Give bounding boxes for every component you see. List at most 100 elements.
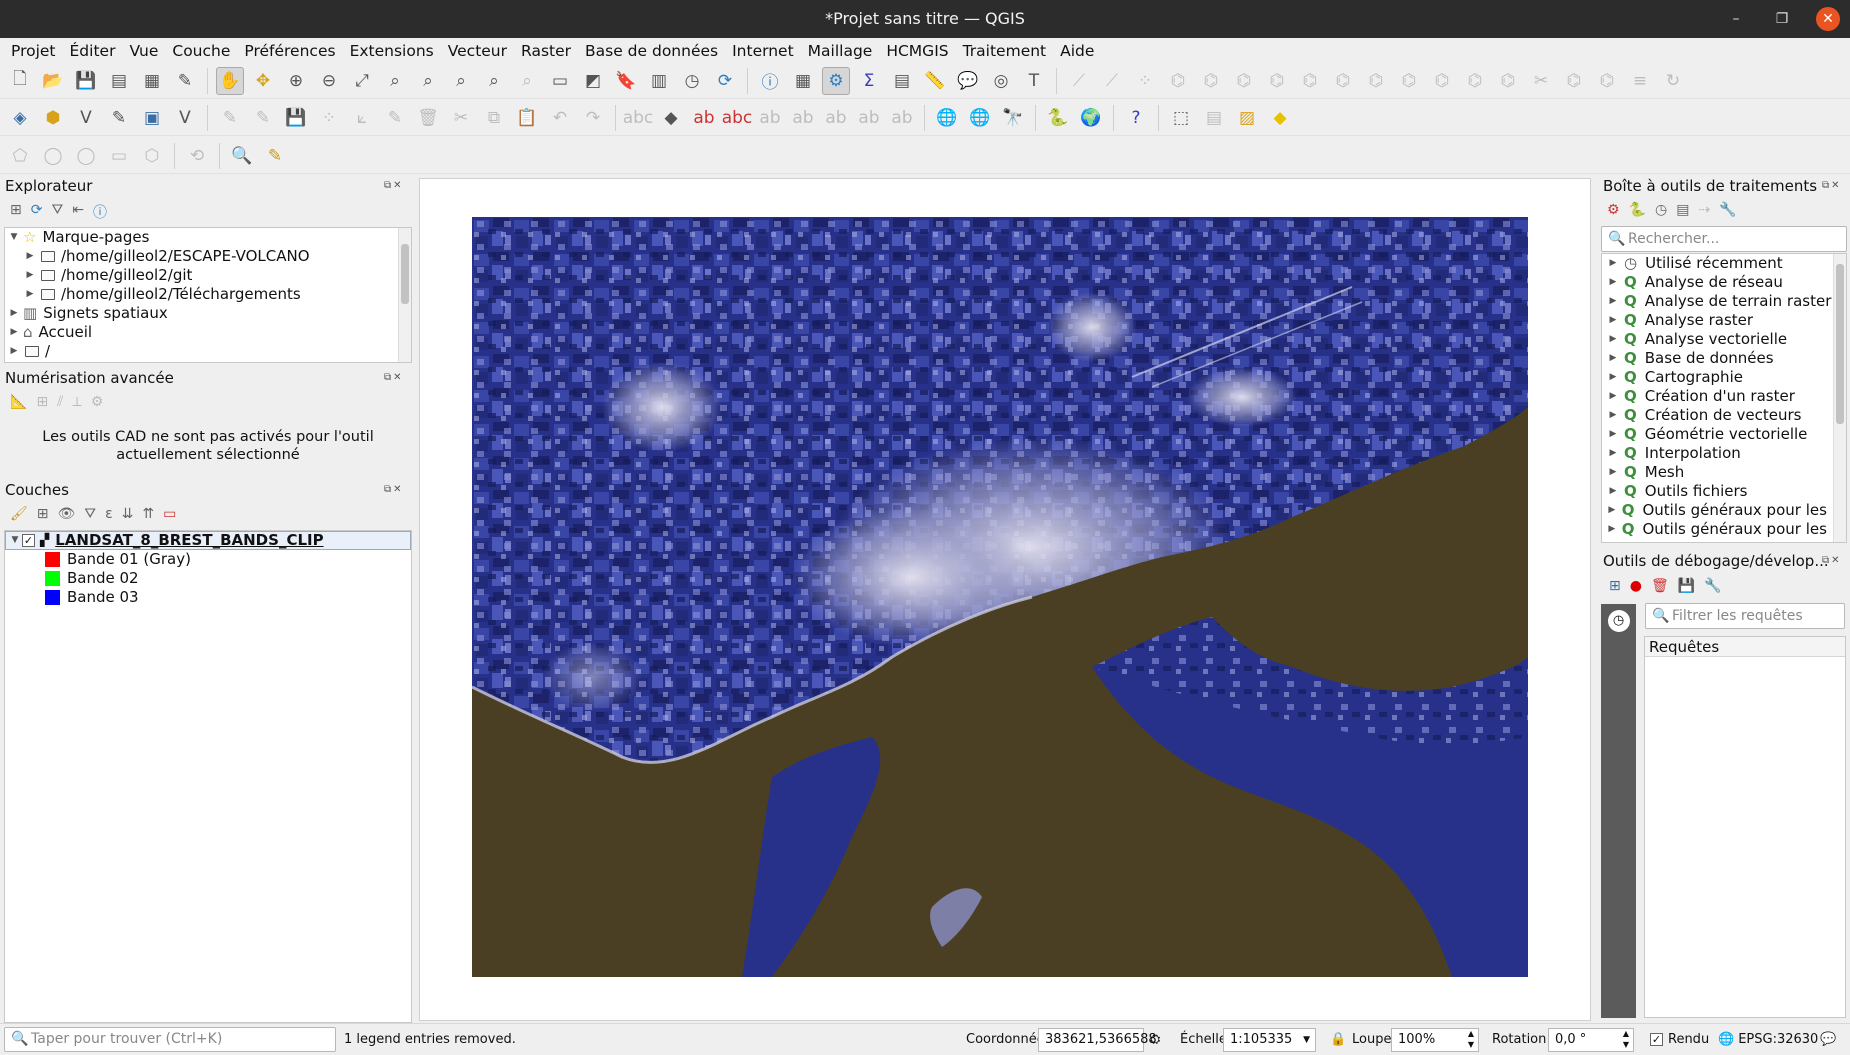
toggle-edit-icon[interactable]: ✎: [249, 104, 277, 132]
zoom-selection-icon[interactable]: ⌕: [381, 67, 409, 95]
digitize-11-icon[interactable]: ⌬: [1395, 67, 1423, 95]
expand-arrow-icon[interactable]: ▶: [1606, 387, 1620, 406]
processing-item[interactable]: ▶ Q Géométrie vectorielle: [1602, 425, 1846, 444]
text-annotation-icon[interactable]: T: [1020, 67, 1048, 95]
crs-button[interactable]: 🌐 EPSG:32630: [1718, 1030, 1818, 1050]
python-icon[interactable]: 🐍: [1044, 104, 1072, 132]
menu-maillage[interactable]: Maillage: [801, 40, 880, 62]
restore-button[interactable]: ❐: [1770, 7, 1794, 31]
filter-expression-icon[interactable]: ε: [105, 506, 113, 522]
measure-icon[interactable]: 📏: [921, 67, 949, 95]
collapse-arrow-icon[interactable]: ▼: [8, 531, 22, 550]
cad-construction-icon[interactable]: ⊞: [36, 394, 48, 410]
processing-item[interactable]: ▶ Q Analyse de terrain raster: [1602, 292, 1846, 311]
expand-arrow-icon[interactable]: ▶: [1606, 406, 1620, 425]
layout-manager-icon[interactable]: ▦: [138, 67, 166, 95]
data-source-manager-icon[interactable]: ◈: [6, 104, 34, 132]
pan-to-selection-icon[interactable]: ✥: [249, 67, 277, 95]
digitizing-panel-buttons[interactable]: ⧉✕: [384, 372, 404, 383]
digitize-15-icon[interactable]: ✂: [1527, 67, 1555, 95]
digitize-5-icon[interactable]: ⌬: [1197, 67, 1225, 95]
select-by-value-icon[interactable]: ▤: [1200, 104, 1228, 132]
label-7-icon[interactable]: ab: [822, 104, 850, 132]
processing-item[interactable]: ▶ Q Cartographie: [1602, 368, 1846, 387]
refresh-icon[interactable]: ⟳: [711, 67, 739, 95]
menu-projet[interactable]: Projet: [4, 40, 63, 62]
tree-item[interactable]: ▶ ▥ Signets spatiaux: [5, 304, 411, 323]
zoom-next-icon[interactable]: ⌕: [513, 67, 541, 95]
processing-item[interactable]: ▶ Q Analyse de réseau: [1602, 273, 1846, 292]
locate-icon[interactable]: ◎: [987, 67, 1015, 95]
redo-icon[interactable]: ↷: [579, 104, 607, 132]
add-point-icon[interactable]: ⁘: [315, 104, 343, 132]
tree-item[interactable]: ▶ /: [5, 342, 411, 361]
scripts-icon[interactable]: 🐍: [1629, 202, 1646, 218]
magnifier-field[interactable]: 100% ▲ ▼: [1391, 1028, 1479, 1052]
processing-item[interactable]: ▶ Q Création de vecteurs: [1602, 406, 1846, 425]
label-9-icon[interactable]: ab: [888, 104, 916, 132]
save-edits-icon[interactable]: 💾: [282, 104, 310, 132]
processing-item[interactable]: ▶ Q Interpolation: [1602, 444, 1846, 463]
label-6-icon[interactable]: ab: [789, 104, 817, 132]
digitize-12-icon[interactable]: ⌬: [1428, 67, 1456, 95]
expand-arrow-icon[interactable]: ▶: [1606, 520, 1618, 539]
snapping-icon[interactable]: ⟲: [183, 142, 211, 170]
new-virtual-layer-icon[interactable]: ▣: [138, 104, 166, 132]
map-tips-icon[interactable]: 💬: [954, 67, 982, 95]
toggle-extents-icon[interactable]: ⛭: [1150, 1030, 1160, 1050]
network-icon[interactable]: ⊞: [1609, 578, 1621, 594]
expand-arrow-icon[interactable]: ▶: [1606, 292, 1620, 311]
metasearch-icon[interactable]: 🔭: [999, 104, 1027, 132]
cad-enable-icon[interactable]: 📐: [10, 394, 27, 410]
expand-arrow-icon[interactable]: ▶: [1606, 349, 1620, 368]
edit-features-icon[interactable]: ⇢: [1698, 202, 1710, 218]
digitize-7-icon[interactable]: ⌬: [1263, 67, 1291, 95]
digitize-13-icon[interactable]: ⌬: [1461, 67, 1489, 95]
debug-settings-icon[interactable]: 🔧: [1704, 578, 1721, 594]
browser-scrollbar[interactable]: [398, 228, 411, 362]
label-1-icon[interactable]: abc: [623, 104, 654, 132]
shape-5-icon[interactable]: ⬡: [138, 142, 166, 170]
expand-arrow-icon[interactable]: ▶: [1606, 273, 1620, 292]
collapse-all-layers-icon[interactable]: ⇈: [142, 506, 154, 522]
menu-traitement[interactable]: Traitement: [956, 40, 1054, 62]
expand-arrow-icon[interactable]: ▶: [7, 323, 21, 342]
menu-editer[interactable]: Éditer: [63, 40, 123, 62]
coordinate-field[interactable]: 383621,5366588: [1038, 1028, 1157, 1052]
processing-item[interactable]: ▶ Q Outils généraux pour les ...: [1602, 520, 1846, 539]
label-8-icon[interactable]: ab: [855, 104, 883, 132]
menu-vue[interactable]: Vue: [122, 40, 165, 62]
results-icon[interactable]: ▤: [1676, 202, 1689, 218]
processing-panel-buttons[interactable]: ⧉✕: [1822, 180, 1842, 191]
new-3d-view-icon[interactable]: ◩: [579, 67, 607, 95]
digitize-17-icon[interactable]: ⌬: [1593, 67, 1621, 95]
menu-vecteur[interactable]: Vecteur: [441, 40, 514, 62]
expand-arrow-icon[interactable]: ▶: [23, 285, 37, 304]
render-checkbox[interactable]: ✓: [1650, 1033, 1663, 1046]
undo-icon[interactable]: ↶: [546, 104, 574, 132]
processing-options-icon[interactable]: 🔧: [1719, 202, 1736, 218]
expand-arrow-icon[interactable]: ▶: [7, 304, 21, 323]
add-group-icon[interactable]: ⊞: [37, 506, 49, 522]
deselect-icon[interactable]: ▨: [1233, 104, 1261, 132]
temporal-controller-icon[interactable]: ◷: [678, 67, 706, 95]
select-location-icon[interactable]: ◆: [1266, 104, 1294, 132]
expand-arrow-icon[interactable]: ▶: [1606, 444, 1620, 463]
processing-item[interactable]: ▶ Q Mesh: [1602, 463, 1846, 482]
expand-arrow-icon[interactable]: ▶: [1606, 501, 1618, 520]
processing-item[interactable]: ▶ Q Outils généraux pour les ...: [1602, 501, 1846, 520]
digitize-4-icon[interactable]: ⌬: [1164, 67, 1192, 95]
menu-extensions[interactable]: Extensions: [343, 40, 441, 62]
collapse-arrow-icon[interactable]: ▼: [7, 228, 21, 247]
render-toggle[interactable]: ✓ Rendu: [1650, 1030, 1709, 1050]
layers-panel-buttons[interactable]: ⧉✕: [384, 484, 404, 495]
digitize-18-icon[interactable]: ≡: [1626, 67, 1654, 95]
processing-item[interactable]: ▶ Q Base de données: [1602, 349, 1846, 368]
processing-search-input[interactable]: 🔍 Rechercher...: [1601, 226, 1847, 252]
digitize-10-icon[interactable]: ⌬: [1362, 67, 1390, 95]
map-raster-image[interactable]: [472, 217, 1528, 977]
digitize-19-icon[interactable]: ↻: [1659, 67, 1687, 95]
shape-1-icon[interactable]: ⬠: [6, 142, 34, 170]
digitize-3-icon[interactable]: ⁘: [1131, 67, 1159, 95]
cut-icon[interactable]: ✂: [447, 104, 475, 132]
